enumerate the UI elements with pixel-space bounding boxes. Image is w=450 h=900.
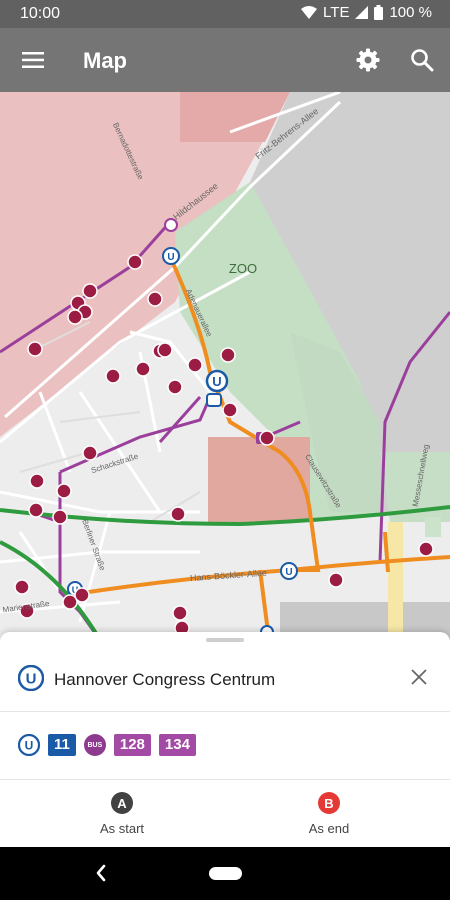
u-bahn-line-icon: U	[18, 734, 40, 756]
map-view[interactable]: U U U U ZOO Hildchaussee Fritz-Behrens-A…	[0, 92, 450, 640]
line-badge-128[interactable]: 128	[113, 734, 151, 756]
stop-name: Hannover Congress Centrum	[54, 670, 276, 689]
gear-icon	[356, 48, 380, 72]
wifi-icon	[301, 5, 318, 19]
map-label-zoo: ZOO	[229, 261, 257, 276]
svg-text:U: U	[25, 739, 34, 753]
route-actions: A As start B As end	[0, 782, 450, 846]
back-icon[interactable]	[90, 861, 112, 885]
search-icon	[411, 49, 434, 72]
page-title: Map	[83, 48, 127, 73]
map-area-red	[208, 437, 310, 522]
signal-icon	[355, 6, 369, 19]
u-bahn-icon: U	[18, 665, 44, 691]
settings-button[interactable]	[348, 40, 388, 80]
search-button[interactable]	[402, 40, 442, 80]
battery-icon	[374, 5, 384, 20]
line-badge-134[interactable]: 134	[158, 734, 196, 756]
as-start-label: As start	[99, 821, 145, 836]
svg-text:U: U	[26, 671, 37, 688]
system-nav-bar	[0, 847, 450, 900]
as-end-button[interactable]: B As end	[254, 792, 404, 836]
map-canvas[interactable]: U U U U ZOO Hildchaussee Fritz-Behrens-A…	[0, 92, 450, 640]
status-bar: 10:00 LTE 100 %	[0, 0, 450, 28]
stop-details-sheet: U Hannover Congress Centrum U 11 BUS 128…	[0, 632, 450, 847]
end-marker-icon: B	[318, 792, 340, 814]
start-marker-icon: A	[111, 792, 133, 814]
svg-text:U: U	[212, 374, 221, 389]
as-end-label: As end	[308, 821, 350, 836]
as-start-button[interactable]: A As start	[47, 792, 197, 836]
stop-header: U Hannover Congress Centrum	[0, 652, 450, 710]
svg-text:U: U	[167, 252, 174, 263]
divider	[0, 779, 450, 780]
status-time: 10:00	[20, 5, 61, 22]
app-bar: Map	[0, 28, 450, 92]
battery-level: 100 %	[389, 4, 432, 21]
home-button[interactable]	[209, 867, 242, 880]
line-badge-11[interactable]: 11	[48, 734, 76, 756]
menu-button[interactable]	[13, 40, 53, 80]
bus-icon: BUS	[83, 734, 106, 756]
close-icon	[411, 669, 427, 685]
network-type: LTE	[323, 4, 350, 21]
sheet-drag-handle[interactable]	[206, 638, 244, 642]
close-button[interactable]	[404, 662, 434, 692]
hamburger-menu-icon	[22, 52, 44, 68]
lines-row: U 11 BUS 128 134	[0, 712, 450, 778]
svg-text:U: U	[285, 567, 292, 578]
